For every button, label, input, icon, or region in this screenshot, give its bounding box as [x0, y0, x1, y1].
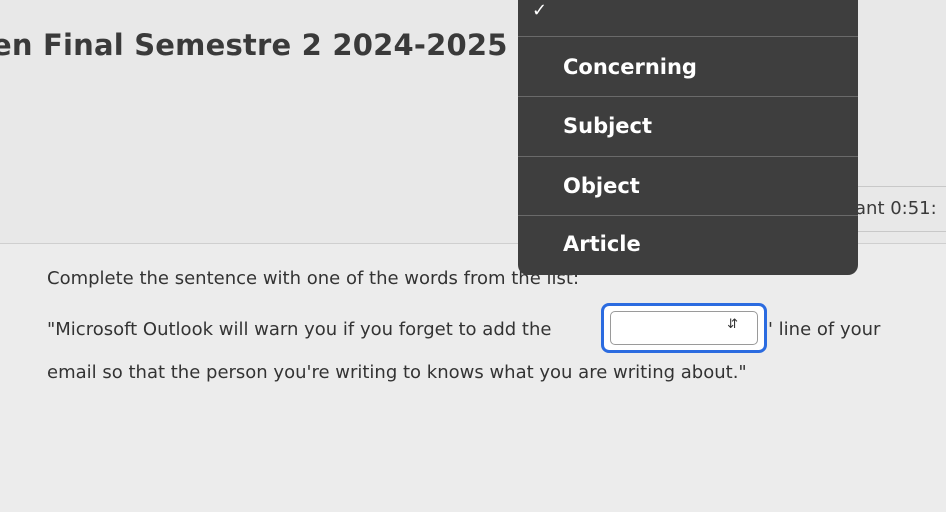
menu-item-label: Concerning [563, 55, 697, 79]
options-menu: ✓ Concerning Subject Object Article [518, 0, 858, 275]
menu-item-object[interactable]: Object [518, 159, 858, 217]
menu-separator [518, 96, 858, 97]
sentence-part-before: "Microsoft Outlook will warn you if you … [47, 319, 552, 340]
sentence-part-after: ' line of your [768, 319, 881, 340]
menu-item-concerning[interactable]: Concerning [518, 40, 858, 98]
question-prompt: Complete the sentence with one of the wo… [47, 268, 580, 289]
menu-item-subject[interactable]: Subject [518, 99, 858, 157]
menu-separator [518, 36, 858, 37]
menu-separator [518, 156, 858, 157]
menu-item-label: Article [563, 232, 641, 256]
menu-item-article[interactable]: Article [518, 217, 858, 275]
updown-arrows-icon: ⇵ [727, 317, 738, 332]
check-icon: ✓ [532, 0, 548, 21]
menu-separator [518, 215, 858, 216]
answer-dropdown[interactable]: ⇵ [601, 303, 767, 353]
sentence-line-2: email so that the person you're writing … [47, 362, 747, 383]
menu-item-label: Object [563, 174, 640, 198]
menu-item-label: Subject [563, 114, 653, 138]
time-remaining: ant 0:51: [855, 198, 937, 219]
page-title: en Final Semestre 2 2024-2025 ( [0, 28, 532, 62]
